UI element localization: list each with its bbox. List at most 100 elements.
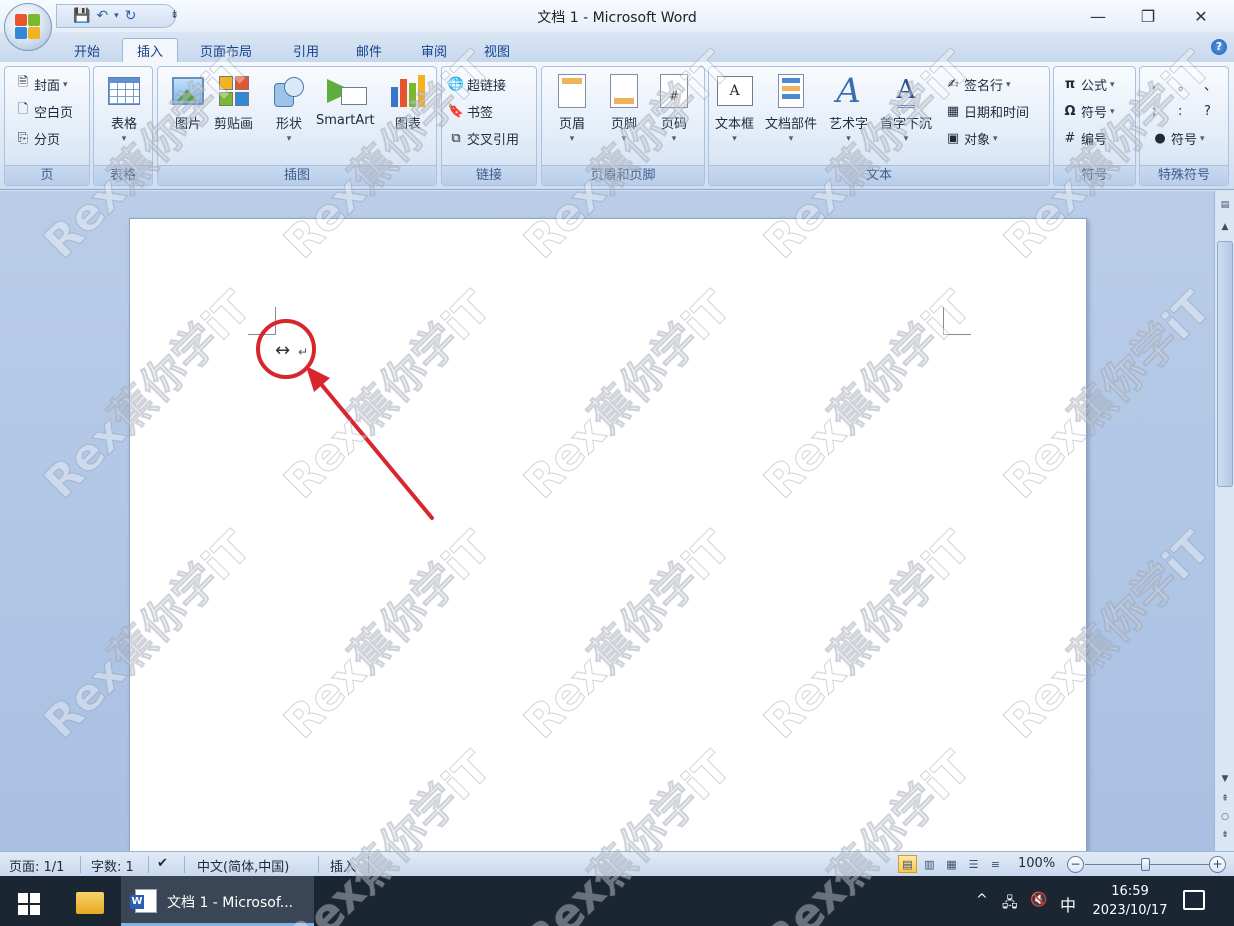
drop-cap-button[interactable]: A 首字下沉 ▾: [880, 73, 932, 145]
tab-mailings[interactable]: 邮件: [342, 38, 396, 62]
file-explorer-icon[interactable]: [76, 892, 104, 914]
zoom-slider-thumb[interactable]: [1141, 858, 1150, 871]
special-char-semicolon[interactable]: ;: [1152, 100, 1156, 122]
special-char-enumcomma[interactable]: 、: [1204, 73, 1217, 95]
taskbar-app-label: 文档 1 - Microsof...: [167, 895, 294, 911]
clipart-button[interactable]: 剪贴画: [214, 73, 253, 132]
word-count[interactable]: 字数: 1: [91, 856, 134, 875]
language-indicator[interactable]: 中文(简体,中国): [197, 856, 289, 875]
cover-page-icon: 🗎: [17, 75, 29, 90]
header-button[interactable]: 页眉 ▾: [554, 73, 590, 144]
group-header-footer: 页眉 ▾ 页脚 ▾ # 页码 ▾ 页眉和页脚: [541, 66, 705, 186]
print-layout-view-button[interactable]: ▤: [898, 855, 917, 873]
wordart-icon: A: [836, 71, 861, 111]
title-bar: 💾 ↶ ▾ ↻ ⇟ 文档 1 - Microsoft Word — ❐ ✕: [0, 0, 1234, 32]
tab-review[interactable]: 审阅: [407, 38, 461, 62]
footer-button[interactable]: 页脚 ▾: [606, 73, 642, 144]
symbol-button[interactable]: Ω 符号 ▾: [1062, 100, 1114, 122]
taskbar-word-button[interactable]: 文档 1 - Microsof...: [121, 876, 314, 926]
quick-parts-button[interactable]: 文档部件 ▾: [765, 73, 817, 144]
close-button[interactable]: ✕: [1178, 4, 1224, 28]
page-break-button[interactable]: ⎘ 分页: [15, 127, 60, 149]
object-icon: ▣: [946, 130, 960, 146]
numbering-button[interactable]: # 编号: [1062, 127, 1107, 149]
draft-view-button[interactable]: ≡: [986, 855, 1005, 873]
ime-indicator[interactable]: 中: [1060, 892, 1076, 916]
group-links: 🌐 超链接 🔖 书签 ⧉ 交叉引用 链接: [441, 66, 537, 186]
special-char-period[interactable]: 。: [1178, 73, 1191, 95]
cover-page-button[interactable]: 🗎 封面 ▾: [15, 73, 68, 95]
show-hidden-icons-icon[interactable]: ^: [976, 892, 988, 908]
object-button[interactable]: ▣ 对象 ▾: [945, 127, 998, 149]
special-symbol-button[interactable]: ● 符号 ▾: [1152, 127, 1204, 149]
help-icon[interactable]: ?: [1211, 39, 1227, 55]
cross-reference-button[interactable]: ⧉ 交叉引用: [448, 127, 519, 149]
chart-button[interactable]: 图表: [390, 73, 426, 132]
outline-view-button[interactable]: ☰: [964, 855, 983, 873]
equation-button[interactable]: π 公式 ▾: [1062, 73, 1115, 95]
full-screen-reading-view-button[interactable]: ▥: [920, 855, 939, 873]
proofing-icon[interactable]: ✔: [157, 856, 168, 871]
table-button[interactable]: 表格 ▾: [106, 73, 142, 144]
footer-icon: [610, 74, 638, 108]
vertical-scrollbar[interactable]: ▤ ▲ ▼ ⇞ ○ ⇟: [1214, 191, 1234, 851]
group-label-text: 文本: [709, 165, 1049, 185]
zoom-level[interactable]: 100%: [1018, 856, 1055, 871]
minimize-button[interactable]: —: [1075, 4, 1121, 28]
select-browse-object-button[interactable]: ○: [1217, 809, 1233, 825]
resize-cursor-icon: ↔: [275, 340, 291, 361]
maximize-button[interactable]: ❐: [1125, 4, 1171, 28]
group-label-special-symbols: 特殊符号: [1140, 165, 1228, 185]
group-label-pages: 页: [5, 165, 89, 185]
group-special-symbols: , 。 、 ; : ? ● 符号 ▾ 特殊符号: [1139, 66, 1229, 186]
office-button[interactable]: [4, 3, 52, 51]
bookmark-button[interactable]: 🔖 书签: [448, 100, 493, 122]
volume-muted-icon[interactable]: 🔇: [1030, 892, 1047, 908]
crop-mark-top-right: [943, 307, 971, 335]
picture-button[interactable]: 图片: [170, 73, 206, 132]
tab-home[interactable]: 开始: [60, 38, 114, 62]
smartart-button[interactable]: SmartArt: [316, 73, 375, 128]
ruler-toggle-icon[interactable]: ▤: [1217, 197, 1233, 213]
paragraph-mark: ↵: [298, 345, 309, 359]
page-count[interactable]: 页面: 1/1: [9, 856, 64, 875]
group-label-symbols: 符号: [1054, 165, 1135, 185]
blank-page-button[interactable]: 🗋 空白页: [15, 100, 73, 122]
scroll-up-button[interactable]: ▲: [1217, 219, 1233, 235]
special-char-colon[interactable]: :: [1178, 100, 1182, 122]
group-pages: 🗎 封面 ▾ 🗋 空白页 ⎘ 分页 页: [4, 66, 90, 186]
insert-mode[interactable]: 插入: [330, 856, 356, 875]
calendar-icon: ▦: [946, 103, 960, 119]
notification-center-icon[interactable]: [1183, 890, 1205, 910]
page-number-button[interactable]: # 页码 ▾: [656, 73, 692, 144]
shapes-button[interactable]: 形状 ▾: [271, 73, 307, 144]
special-char-comma[interactable]: ,: [1152, 73, 1156, 95]
group-tables: 表格 ▾ 表格: [93, 66, 153, 186]
zoom-in-button[interactable]: +: [1209, 856, 1226, 873]
network-icon[interactable]: 🖧: [1002, 892, 1018, 916]
tab-view[interactable]: 视图: [470, 38, 524, 62]
document-page[interactable]: ↔ ↵: [129, 218, 1087, 858]
taskbar-clock[interactable]: 16:59 2023/10/17: [1092, 882, 1168, 920]
hyperlink-button[interactable]: 🌐 超链接: [448, 73, 506, 95]
date-time-button[interactable]: ▦ 日期和时间: [945, 100, 1029, 122]
numbering-icon: #: [1064, 130, 1076, 146]
page-number-icon: #: [660, 74, 688, 108]
status-bar: 页面: 1/1 字数: 1 ✔ 中文(简体,中国) 插入 ▤ ▥ ▦ ☰ ≡ 1…: [0, 851, 1234, 876]
windows-start-icon[interactable]: [18, 893, 40, 915]
tab-page-layout[interactable]: 页面布局: [186, 38, 266, 62]
next-page-button[interactable]: ⇟: [1217, 827, 1233, 843]
web-layout-view-button[interactable]: ▦: [942, 855, 961, 873]
chart-icon: [391, 75, 425, 107]
signature-line-button[interactable]: ✍ 签名行 ▾: [945, 73, 1011, 95]
textbox-button[interactable]: A 文本框 ▾: [715, 73, 754, 144]
zoom-out-button[interactable]: −: [1067, 856, 1084, 873]
scroll-thumb[interactable]: [1217, 241, 1233, 487]
wordart-button[interactable]: A 艺术字 ▾: [829, 73, 868, 144]
previous-page-button[interactable]: ⇞: [1217, 791, 1233, 807]
scroll-down-button[interactable]: ▼: [1217, 771, 1233, 787]
special-char-question[interactable]: ?: [1204, 100, 1211, 122]
group-illustrations: 图片 剪贴画 形状 ▾ SmartArt 图表 插图: [157, 66, 437, 186]
tab-insert[interactable]: 插入: [122, 38, 179, 62]
tab-references[interactable]: 引用: [279, 38, 333, 62]
